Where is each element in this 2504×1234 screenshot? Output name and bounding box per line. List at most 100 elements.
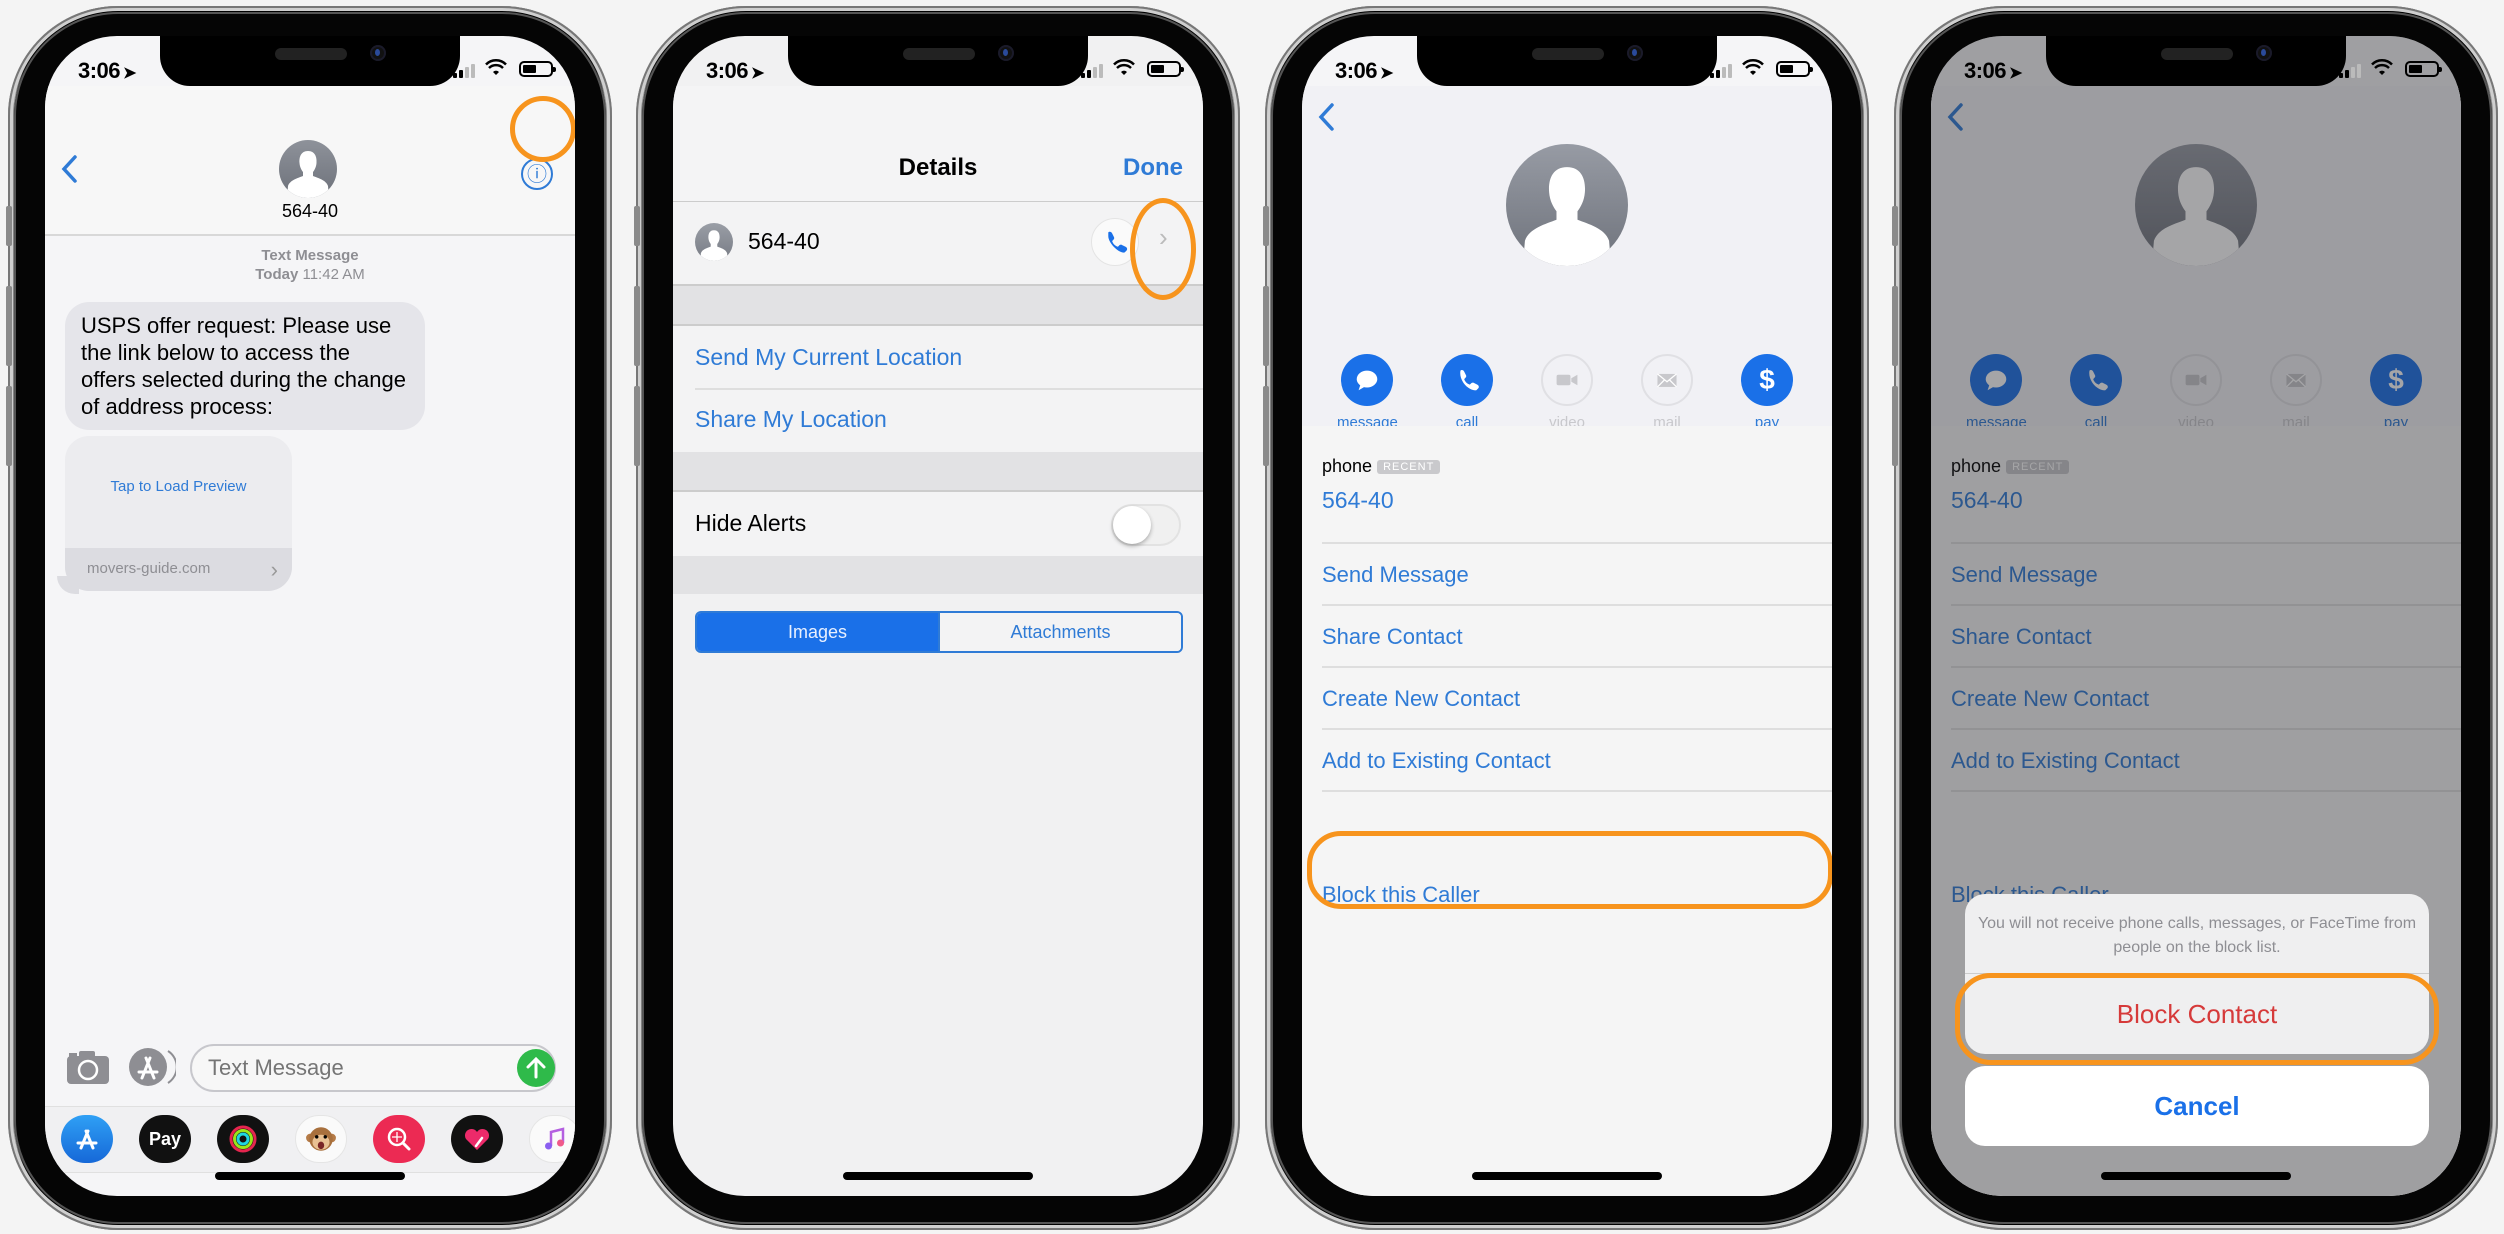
volume-up-button <box>634 286 640 366</box>
back-chevron-icon[interactable] <box>1316 102 1336 132</box>
volume-down-button <box>6 386 12 466</box>
message-bubble-icon <box>1356 370 1378 391</box>
status-bar: 3:06 ➤ <box>673 36 1203 86</box>
create-new-contact-item[interactable]: Create New Contact <box>1322 666 1832 730</box>
signal-icon <box>453 62 475 78</box>
share-my-location-item[interactable]: Share My Location <box>695 388 1203 450</box>
home-indicator[interactable] <box>843 1172 1033 1180</box>
action-mail: mail <box>1637 354 1697 431</box>
battery-icon <box>1776 61 1813 77</box>
cancel-button[interactable]: Cancel <box>1965 1066 2429 1146</box>
send-current-location-item[interactable]: Send My Current Location <box>695 326 1203 390</box>
volume-up-button <box>6 286 12 366</box>
recent-badge: RECENT <box>1377 460 1441 474</box>
activity-icon[interactable] <box>217 1115 269 1163</box>
battery-icon <box>1147 61 1184 77</box>
mute-switch <box>6 206 12 246</box>
status-time: 3:06 ➤ <box>78 58 136 83</box>
volume-up-button <box>1892 286 1898 366</box>
app-drawer: Pay <box>45 1106 575 1173</box>
home-indicator[interactable] <box>1472 1172 1662 1180</box>
contact-avatar[interactable] <box>279 140 337 198</box>
send-message-item[interactable]: Send Message <box>1322 542 1832 606</box>
appstore-icon[interactable] <box>61 1115 113 1163</box>
section-spacer <box>673 452 1203 490</box>
conversation-header: 564-40 ⓘ <box>45 86 575 236</box>
animoji-icon[interactable] <box>295 1115 347 1163</box>
phone-icon <box>1108 231 1128 253</box>
action-sheet: You will not receive phone calls, messag… <box>1965 894 2429 1054</box>
phone-details: 3:06 ➤ Details Done 564-40 › Send My Curr… <box>634 6 1240 1230</box>
action-call[interactable]: call <box>1437 354 1497 431</box>
person-silhouette-icon <box>700 230 728 261</box>
block-contact-button[interactable]: Block Contact <box>1965 974 2429 1054</box>
add-to-existing-contact-item[interactable]: Add to Existing Contact <box>1322 728 1832 792</box>
location-icon: ➤ <box>2009 65 2022 82</box>
contact-avatar <box>695 223 733 261</box>
digital-touch-icon[interactable] <box>451 1115 503 1163</box>
action-sheet-message: You will not receive phone calls, messag… <box>1965 894 2429 974</box>
message-timestamp: Text Message Today 11:42 AM <box>255 247 365 283</box>
person-silhouette-icon <box>1522 167 1612 266</box>
dollar-icon: $ <box>1759 364 1775 395</box>
mute-switch <box>1892 206 1898 246</box>
status-time: 3:06 ➤ <box>1335 58 1393 83</box>
app-store-drawer-icon[interactable] <box>128 1046 176 1088</box>
image-search-icon[interactable] <box>373 1115 425 1163</box>
phone-messages: 3:06 ➤ 564-40 ⓘ Text Message Today 11:42 … <box>6 6 612 1230</box>
attachments-segmented-control: Images Attachments <box>695 611 1183 653</box>
share-contact-item[interactable]: Share Contact <box>1322 604 1832 668</box>
block-this-caller-item[interactable]: Block this Caller <box>1322 864 1832 926</box>
signal-icon <box>2339 62 2361 78</box>
action-message[interactable]: message <box>1337 354 1398 431</box>
location-icon: ➤ <box>123 65 136 82</box>
wifi-icon <box>1742 59 1764 75</box>
person-silhouette-icon <box>287 151 329 198</box>
status-bar: 3:06 ➤ <box>1931 36 2461 86</box>
compose-bar <box>45 1036 575 1096</box>
location-icon: ➤ <box>751 65 764 82</box>
contact-name[interactable]: 564-40 <box>45 201 575 222</box>
applepay-icon[interactable]: Pay <box>139 1115 191 1163</box>
link-domain: movers-guide.com <box>87 560 211 577</box>
hide-alerts-toggle[interactable] <box>1111 504 1181 546</box>
status-bar: 3:06 ➤ <box>45 36 575 86</box>
music-icon[interactable] <box>529 1115 575 1163</box>
call-button[interactable] <box>1091 218 1139 266</box>
send-button[interactable] <box>517 1049 555 1087</box>
back-chevron-icon[interactable] <box>59 154 79 184</box>
signal-icon <box>1081 62 1103 78</box>
home-indicator[interactable] <box>215 1172 405 1180</box>
mute-switch <box>1263 206 1269 246</box>
section-spacer <box>673 556 1203 594</box>
contact-avatar <box>1506 144 1628 266</box>
chevron-right-icon: › <box>270 557 278 582</box>
action-pay[interactable]: $ pay <box>1737 354 1797 431</box>
signal-icon <box>1710 62 1732 78</box>
done-button[interactable]: Done <box>1123 154 1183 182</box>
screen: 3:06 ➤ Details Done 564-40 › Send My Curr… <box>673 36 1203 1196</box>
status-time: 3:06 ➤ <box>706 58 764 83</box>
info-icon[interactable]: ⓘ <box>521 158 553 190</box>
tap-to-load-preview[interactable]: Tap to Load Preview <box>65 478 292 495</box>
status-bar: 3:06 ➤ <box>1302 36 1832 86</box>
arrow-up-icon <box>526 1056 546 1079</box>
link-preview[interactable]: Tap to Load Preview movers-guide.com › <box>65 436 292 591</box>
phone-number[interactable]: 564-40 <box>1322 487 1394 514</box>
screen: 3:06 ➤ 564-40 ⓘ Text Message Today 11:42 … <box>45 36 575 1196</box>
message-input[interactable] <box>190 1044 556 1092</box>
alerts-section: Hide Alerts <box>673 490 1203 558</box>
tab-images[interactable]: Images <box>697 613 938 651</box>
chevron-right-icon[interactable]: › <box>1159 222 1168 253</box>
home-indicator[interactable] <box>2101 1172 2291 1180</box>
camera-icon[interactable] <box>65 1050 111 1086</box>
wifi-icon <box>2371 59 2393 75</box>
message-bubble: USPS offer request: Please use the link … <box>65 302 425 430</box>
bubble-tail <box>57 576 79 594</box>
battery-icon <box>2405 61 2442 77</box>
contact-row[interactable]: 564-40 › <box>673 202 1203 286</box>
tab-attachments[interactable]: Attachments <box>938 613 1181 651</box>
volume-up-button <box>1263 286 1269 366</box>
link-preview-footer[interactable]: movers-guide.com › <box>65 548 292 591</box>
details-header: Details Done <box>673 86 1203 203</box>
